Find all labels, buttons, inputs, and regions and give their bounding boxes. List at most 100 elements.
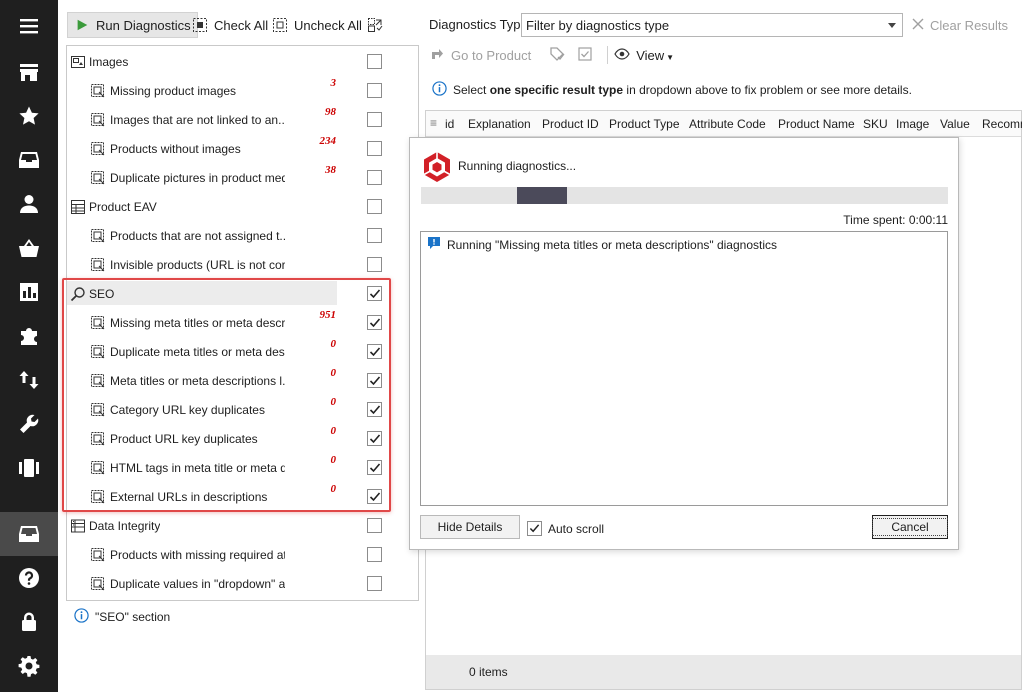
tree-item-label: Data Integrity	[89, 519, 161, 533]
column-header[interactable]: Explanation	[468, 117, 531, 131]
tree-item-label: Images	[89, 55, 129, 69]
column-header[interactable]: Attribute Code	[689, 117, 766, 131]
user-icon[interactable]	[15, 190, 43, 218]
view-menu-button[interactable]: View ▼	[636, 48, 674, 63]
tree-item-label: Products that are not assigned t...	[110, 229, 285, 243]
tree-item-label: Missing product images	[110, 84, 237, 98]
sort-arrows-icon[interactable]	[15, 366, 43, 394]
puzzle-icon[interactable]	[15, 322, 43, 350]
tree-checkbox[interactable]	[367, 141, 382, 156]
tree-group[interactable]: Images	[67, 47, 418, 76]
log-info-icon	[427, 236, 441, 253]
toggle-selection-button[interactable]	[361, 12, 389, 38]
chart-icon[interactable]	[15, 278, 43, 306]
hint-pre: Select	[453, 83, 490, 97]
play-icon	[74, 17, 90, 33]
column-header[interactable]: Recomm	[982, 117, 1022, 131]
tree-checkbox[interactable]	[367, 257, 382, 272]
column-chooser-icon[interactable]: ≡	[430, 116, 437, 130]
grid-footer: 0 items	[426, 655, 1021, 689]
hide-details-button[interactable]: Hide Details	[420, 515, 520, 539]
dialog-title: Running diagnostics...	[458, 159, 577, 173]
tree-checkbox[interactable]	[367, 112, 382, 127]
result-type-hint: Select one specific result type in dropd…	[432, 81, 912, 99]
tree-item[interactable]: Images that are not linked to an... 98	[67, 105, 418, 134]
tree-checkbox[interactable]	[367, 170, 382, 185]
hint-text: Select one specific result type in dropd…	[453, 83, 912, 97]
diagnostics-type-dropdown[interactable]: Filter by diagnostics type	[521, 13, 903, 37]
tree-item[interactable]: Products that are not assigned t...	[67, 221, 418, 250]
no-image-icon	[90, 141, 106, 157]
star-icon[interactable]	[15, 102, 43, 130]
settings-icon[interactable]	[15, 652, 43, 680]
store-icon[interactable]	[15, 58, 43, 86]
film-strip-icon[interactable]	[15, 454, 43, 482]
fix-all-icon[interactable]	[577, 46, 593, 65]
help-icon[interactable]	[15, 564, 43, 592]
tree-checkbox[interactable]	[367, 199, 382, 214]
grid-header: ≡ id Explanation Product ID Product Type Att…	[426, 111, 1022, 137]
auto-scroll-label: Auto scroll	[548, 521, 605, 536]
table-icon	[70, 199, 86, 215]
cancel-button[interactable]: Cancel	[872, 515, 948, 539]
seo-highlight-frame	[62, 278, 391, 512]
tree-item[interactable]: Products without images 234	[67, 134, 418, 163]
tree-group[interactable]: Data Integrity	[67, 511, 418, 540]
tree-item-label: Invisible products (URL is not cor...	[110, 258, 285, 272]
duplicate-pictures-icon	[90, 170, 106, 186]
wrench-icon[interactable]	[15, 410, 43, 438]
tree-item[interactable]: Invisible products (URL is not cor...	[67, 250, 418, 279]
check-all-button[interactable]: Check All	[186, 12, 274, 38]
clear-results-button[interactable]: Clear Results	[912, 13, 1008, 37]
issue-count: 234	[319, 135, 337, 147]
column-header[interactable]: Product Name	[778, 117, 855, 131]
missing-required-icon	[90, 547, 106, 563]
column-header[interactable]: SKU	[863, 117, 888, 131]
tree-group[interactable]: Product EAV	[67, 192, 418, 221]
tree-item[interactable]: Duplicate pictures in product med... 38	[67, 163, 418, 192]
archive-icon[interactable]	[15, 520, 43, 548]
app-logo	[420, 150, 454, 184]
section-info: "SEO" section	[74, 608, 170, 626]
diagnostics-type-placeholder: Filter by diagnostics type	[526, 18, 670, 33]
auto-scroll-checkbox[interactable]	[527, 521, 542, 536]
section-info-text: "SEO" section	[95, 610, 171, 624]
tree-checkbox[interactable]	[367, 576, 382, 591]
clear-results-label: Clear Results	[930, 17, 1009, 33]
time-spent: Time spent: 0:00:11	[843, 213, 948, 227]
diagnostics-log[interactable]: Running "Missing meta titles or meta des…	[420, 231, 948, 506]
basket-icon[interactable]	[15, 234, 43, 262]
column-header[interactable]: Product Type	[609, 117, 680, 131]
column-header[interactable]: Value	[940, 117, 970, 131]
tree-checkbox[interactable]	[367, 228, 382, 243]
lock-icon[interactable]	[15, 608, 43, 636]
column-header[interactable]: Image	[896, 117, 929, 131]
column-header[interactable]: Product ID	[542, 117, 599, 131]
fix-tag-icon[interactable]	[549, 46, 565, 65]
tree-item[interactable]: Duplicate values in "dropdown" a...	[67, 569, 418, 598]
uncheck-all-button[interactable]: Uncheck All	[266, 12, 368, 38]
inbox-icon[interactable]	[15, 146, 43, 174]
view-eye-icon	[614, 46, 630, 65]
missing-image-warning-icon	[90, 83, 106, 99]
images-category-icon	[70, 54, 86, 70]
go-to-product-icon	[429, 46, 445, 65]
tree-item[interactable]: Products with missing required at...	[67, 540, 418, 569]
tree-checkbox[interactable]	[367, 547, 382, 562]
running-diagnostics-dialog: Running diagnostics... Time spent: 0:00:…	[409, 137, 959, 550]
tree-item[interactable]: Missing product images 3	[67, 76, 418, 105]
tree-checkbox[interactable]	[367, 518, 382, 533]
tree-checkbox[interactable]	[367, 54, 382, 69]
menu-icon[interactable]	[15, 12, 43, 40]
column-header[interactable]: id	[445, 117, 454, 131]
tree-item-label: Products with missing required at...	[110, 548, 285, 562]
tree-item-label: Duplicate pictures in product med...	[110, 171, 285, 185]
progress-bar-fill	[517, 187, 567, 204]
data-integrity-icon	[70, 518, 86, 534]
auto-scroll-option[interactable]: Auto scroll	[527, 521, 604, 536]
issue-count: 3	[330, 77, 337, 89]
tree-checkbox[interactable]	[367, 83, 382, 98]
run-diagnostics-button[interactable]: Run Diagnostics	[67, 12, 198, 38]
go-to-product-button[interactable]: Go to Product	[451, 48, 531, 63]
hint-info-icon	[432, 81, 447, 99]
